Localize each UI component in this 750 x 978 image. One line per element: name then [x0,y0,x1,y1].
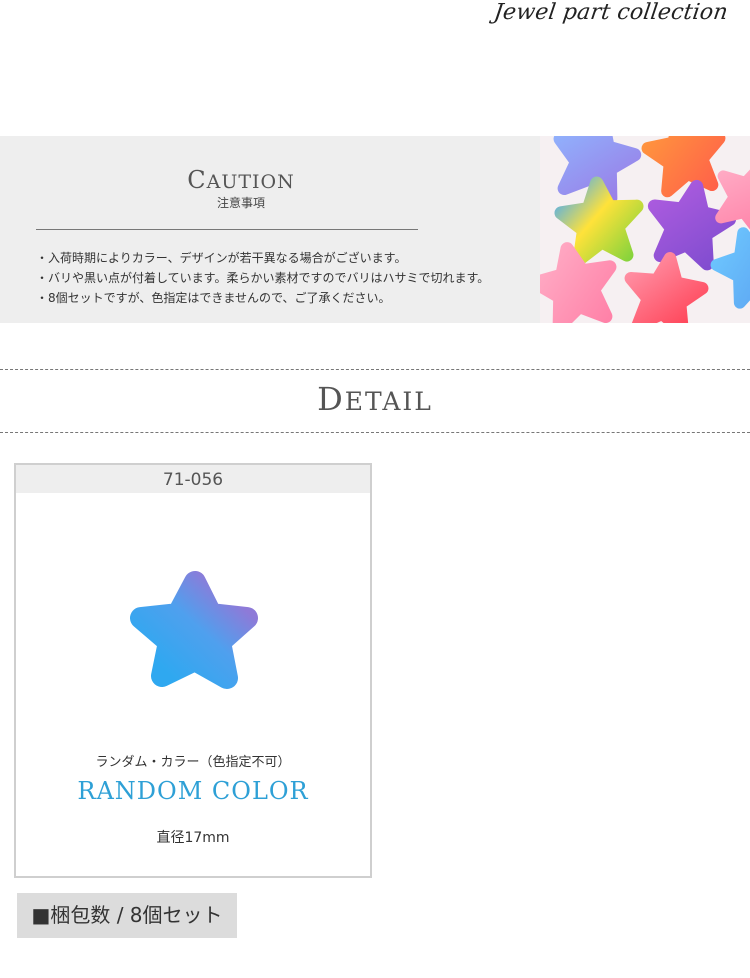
detail-top-divider [0,369,750,370]
collage-star-sky [710,224,750,306]
caution-item: ・入荷時期によりカラー、デザインが若干異なる場合がございます。 [36,251,407,265]
product-code: 71-056 [16,465,370,493]
caution-title: CAUTION [187,166,295,194]
detail-title: DETAIL [317,380,433,418]
product-label-jp: ランダム・カラー（色指定不可） [95,755,291,770]
caution-divider [36,229,418,230]
product-size: 直径17mm [156,830,230,846]
product-card: 71-056 ランダム・カラー（色指定不可） RANDOM COLOR 直径17… [14,463,372,878]
detail-bottom-divider [0,432,750,433]
caution-subtitle: 注意事項 [216,196,265,210]
product-label-en: RANDOM COLOR [77,777,309,805]
brand-logo: Jewel part collection [492,0,730,25]
caution-list: ・入荷時期によりカラー、デザインが若干異なる場合がございます。 ・バリや黒い点が… [36,248,489,308]
package-count-tag: ■梱包数 / 8個セット [17,893,237,938]
caution-item: ・8個セットですが、色指定はできませんので、ご了承ください。 [36,291,391,305]
star-product-icon [130,571,258,689]
caution-item: ・バリや黒い点が付着しています。柔らかい素材ですのでバリはハサミで切れます。 [36,271,490,285]
collage-star-orange [644,136,725,193]
star-collage-image [540,136,750,323]
collage-star-red [625,253,706,323]
